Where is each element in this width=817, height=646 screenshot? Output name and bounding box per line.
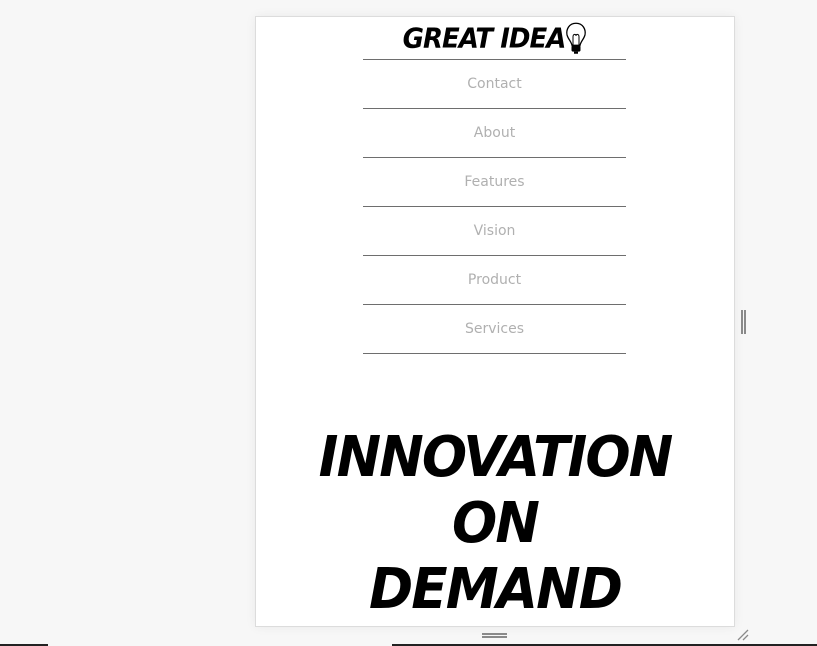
resize-handle-corner-icon[interactable]: [736, 628, 750, 642]
nav-item-vision[interactable]: Vision: [363, 207, 626, 256]
resize-handle-bottom[interactable]: [482, 633, 507, 638]
nav-item-services[interactable]: Services: [363, 305, 626, 354]
hero-line-3: DEMAND: [369, 557, 623, 622]
nav-item-about[interactable]: About: [363, 109, 626, 158]
nav-item-features[interactable]: Features: [363, 158, 626, 207]
hero-line-2: ON: [452, 491, 540, 556]
resize-handle-right[interactable]: [741, 310, 746, 334]
site-logo[interactable]: GREAT IDEA: [256, 20, 734, 58]
logo-text: GREAT IDEA: [402, 23, 567, 55]
hero-headline: INNOVATION ON DEMAND: [268, 425, 722, 623]
nav-item-product[interactable]: Product: [363, 256, 626, 305]
hero-line-1: INNOVATION: [318, 425, 674, 490]
lightbulb-icon: [566, 22, 587, 54]
nav-item-contact[interactable]: Contact: [363, 60, 626, 109]
main-nav: Contact About Features Vision Product Se…: [363, 59, 626, 354]
responsive-viewport: GREAT IDEA Contact About Features Vision…: [255, 16, 735, 627]
